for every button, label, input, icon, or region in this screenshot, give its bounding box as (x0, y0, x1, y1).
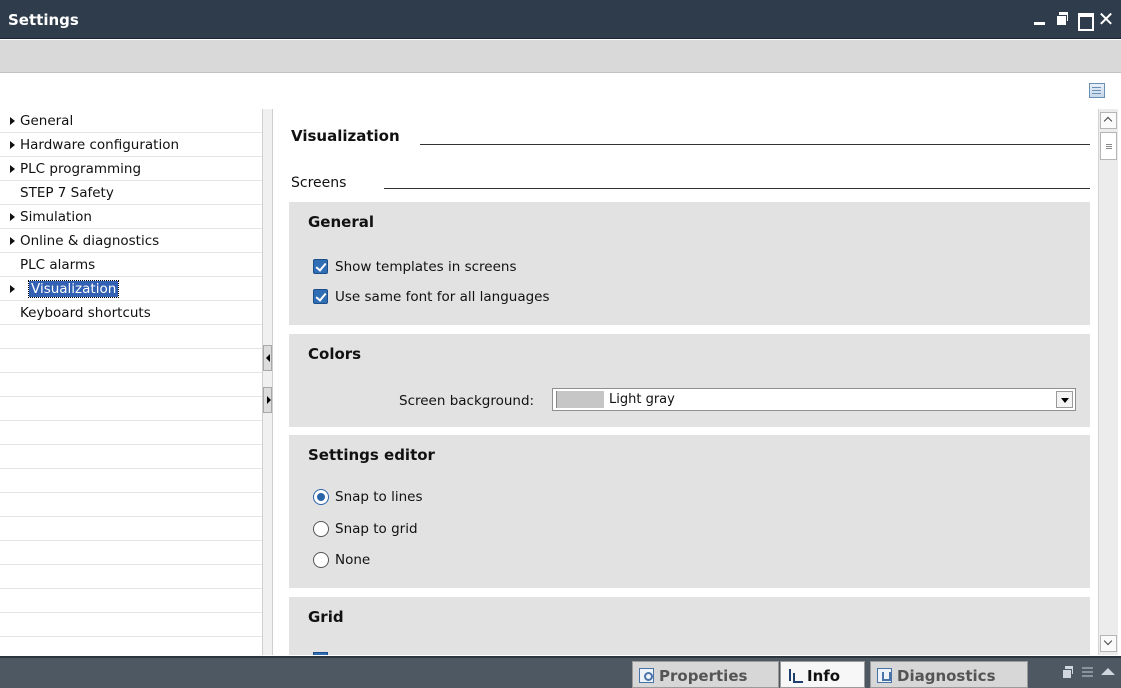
checkbox-checked-icon[interactable] (313, 289, 328, 304)
tab-info[interactable]: Info (780, 661, 865, 688)
scroll-down-icon[interactable] (1100, 635, 1117, 652)
scroll-thumb[interactable] (1100, 132, 1117, 160)
expand-arrow-icon[interactable] (10, 141, 15, 149)
maximize-icon[interactable] (1075, 9, 1094, 31)
nav-row-divider (0, 469, 262, 493)
nav-item-plc-alarms[interactable]: PLC alarms (0, 254, 260, 278)
nav-item-label: Hardware configuration (20, 137, 180, 153)
expand-arrow-icon[interactable] (10, 213, 15, 221)
tab-label: Properties (659, 667, 748, 685)
expand-right-icon[interactable] (263, 387, 272, 413)
checkbox-checked-icon[interactable] (313, 259, 328, 274)
expand-up-icon[interactable] (1101, 665, 1115, 679)
nav-row-divider (0, 349, 262, 373)
nav-item-online-diagnostics[interactable]: Online & diagnostics (0, 230, 260, 254)
diagnostics-icon (877, 668, 892, 683)
nav-item-visualization[interactable]: Visualization (0, 278, 260, 302)
nav-item-plc-programming[interactable]: PLC programming (0, 158, 260, 182)
nav-item-label: General (20, 113, 74, 129)
section-divider (420, 144, 1090, 145)
nav-row-divider (0, 613, 262, 637)
settings-editor-group: Settings editor Snap to lines Snap to gr… (289, 435, 1090, 588)
nav-item-step7-safety[interactable]: STEP 7 Safety (0, 182, 260, 206)
nav-row-divider (0, 325, 262, 349)
nav-item-label: Online & diagnostics (20, 233, 160, 249)
nav-item-general[interactable]: General (0, 110, 260, 134)
grid-group: Grid (289, 597, 1090, 655)
window-controls: ✕ (1031, 9, 1115, 31)
float-panel-icon[interactable] (1061, 665, 1075, 679)
nav-item-keyboard-shortcuts[interactable]: Keyboard shortcuts (0, 302, 260, 326)
select-value: Light gray (609, 392, 675, 407)
tab-properties[interactable]: Properties (632, 661, 779, 688)
grid-checkbox-partial[interactable] (313, 652, 328, 655)
radio-unselected-icon[interactable] (313, 552, 329, 568)
nav-item-simulation[interactable]: Simulation (0, 206, 260, 230)
nav-row-divider (0, 397, 262, 421)
color-swatch (556, 391, 604, 408)
option-label: Snap to grid (335, 521, 418, 537)
panel-layout-icon[interactable] (1089, 83, 1105, 98)
list-icon[interactable] (1081, 665, 1095, 679)
group-title: Grid (308, 608, 344, 626)
close-icon[interactable]: ✕ (1097, 9, 1115, 29)
subsection-divider (384, 188, 1090, 189)
option-label: Show templates in screens (335, 259, 517, 275)
group-title: General (308, 213, 374, 231)
expand-arrow-icon[interactable] (10, 117, 15, 125)
nav-item-label: Simulation (20, 209, 92, 225)
panel-splitter[interactable] (262, 109, 273, 655)
nav-row-divider (0, 541, 262, 565)
title-bar: Settings ✕ (0, 0, 1121, 39)
screen-background-select[interactable]: Light gray (552, 388, 1076, 411)
nav-row-divider (0, 565, 262, 589)
radio-unselected-icon[interactable] (313, 521, 329, 537)
expand-arrow-icon[interactable] (10, 165, 15, 173)
group-title: Settings editor (308, 446, 435, 464)
nav-item-label: PLC programming (20, 161, 142, 177)
option-label: Snap to lines (335, 489, 423, 505)
nav-item-hardware-configuration[interactable]: Hardware configuration (0, 134, 260, 158)
tab-label: Info (807, 667, 841, 685)
toolbar-strip (0, 40, 1121, 73)
vertical-scrollbar[interactable] (1098, 109, 1118, 655)
group-title: Colors (308, 345, 362, 363)
nav-item-label: Visualization (27, 280, 120, 298)
nav-row-divider (0, 517, 262, 541)
settings-content: Visualization Screens General Show templ… (274, 109, 1098, 655)
section-title: Visualization (291, 127, 400, 145)
expand-arrow-icon[interactable] (10, 237, 15, 245)
settings-navigation: General Hardware configuration PLC progr… (0, 109, 262, 655)
option-label: Use same font for all languages (335, 289, 550, 305)
radio-selected-icon[interactable] (313, 489, 329, 505)
nav-row-divider (0, 373, 262, 397)
general-group: General Show templates in screens Use sa… (289, 202, 1090, 325)
chevron-down-icon[interactable] (1056, 391, 1073, 408)
screen-background-label: Screen background: (399, 393, 535, 409)
inspector-controls (1061, 665, 1115, 679)
float-icon[interactable] (1053, 9, 1071, 29)
nav-row-divider (0, 421, 262, 445)
window-title: Settings (8, 11, 79, 29)
subsection-title: Screens (291, 175, 347, 191)
nav-item-label: STEP 7 Safety (20, 185, 114, 201)
scroll-up-icon[interactable] (1100, 112, 1117, 129)
expand-arrow-icon[interactable] (10, 285, 15, 293)
option-label: None (335, 552, 371, 568)
minimize-icon[interactable] (1031, 9, 1049, 29)
secondary-toolbar (0, 74, 1121, 108)
inspector-tab-bar: Properties Info Diagnostics (0, 656, 1121, 688)
colors-group: Colors Screen background: Light gray (289, 334, 1090, 427)
tab-diagnostics[interactable]: Diagnostics (870, 661, 1028, 688)
nav-row-divider (0, 589, 262, 613)
nav-row-divider (0, 445, 262, 469)
nav-item-label: PLC alarms (20, 257, 96, 273)
tab-label: Diagnostics (897, 667, 996, 685)
nav-row-divider (0, 493, 262, 517)
collapse-left-icon[interactable] (263, 345, 272, 371)
info-icon (787, 668, 803, 683)
properties-icon (639, 668, 654, 683)
nav-item-label: Keyboard shortcuts (20, 305, 151, 321)
